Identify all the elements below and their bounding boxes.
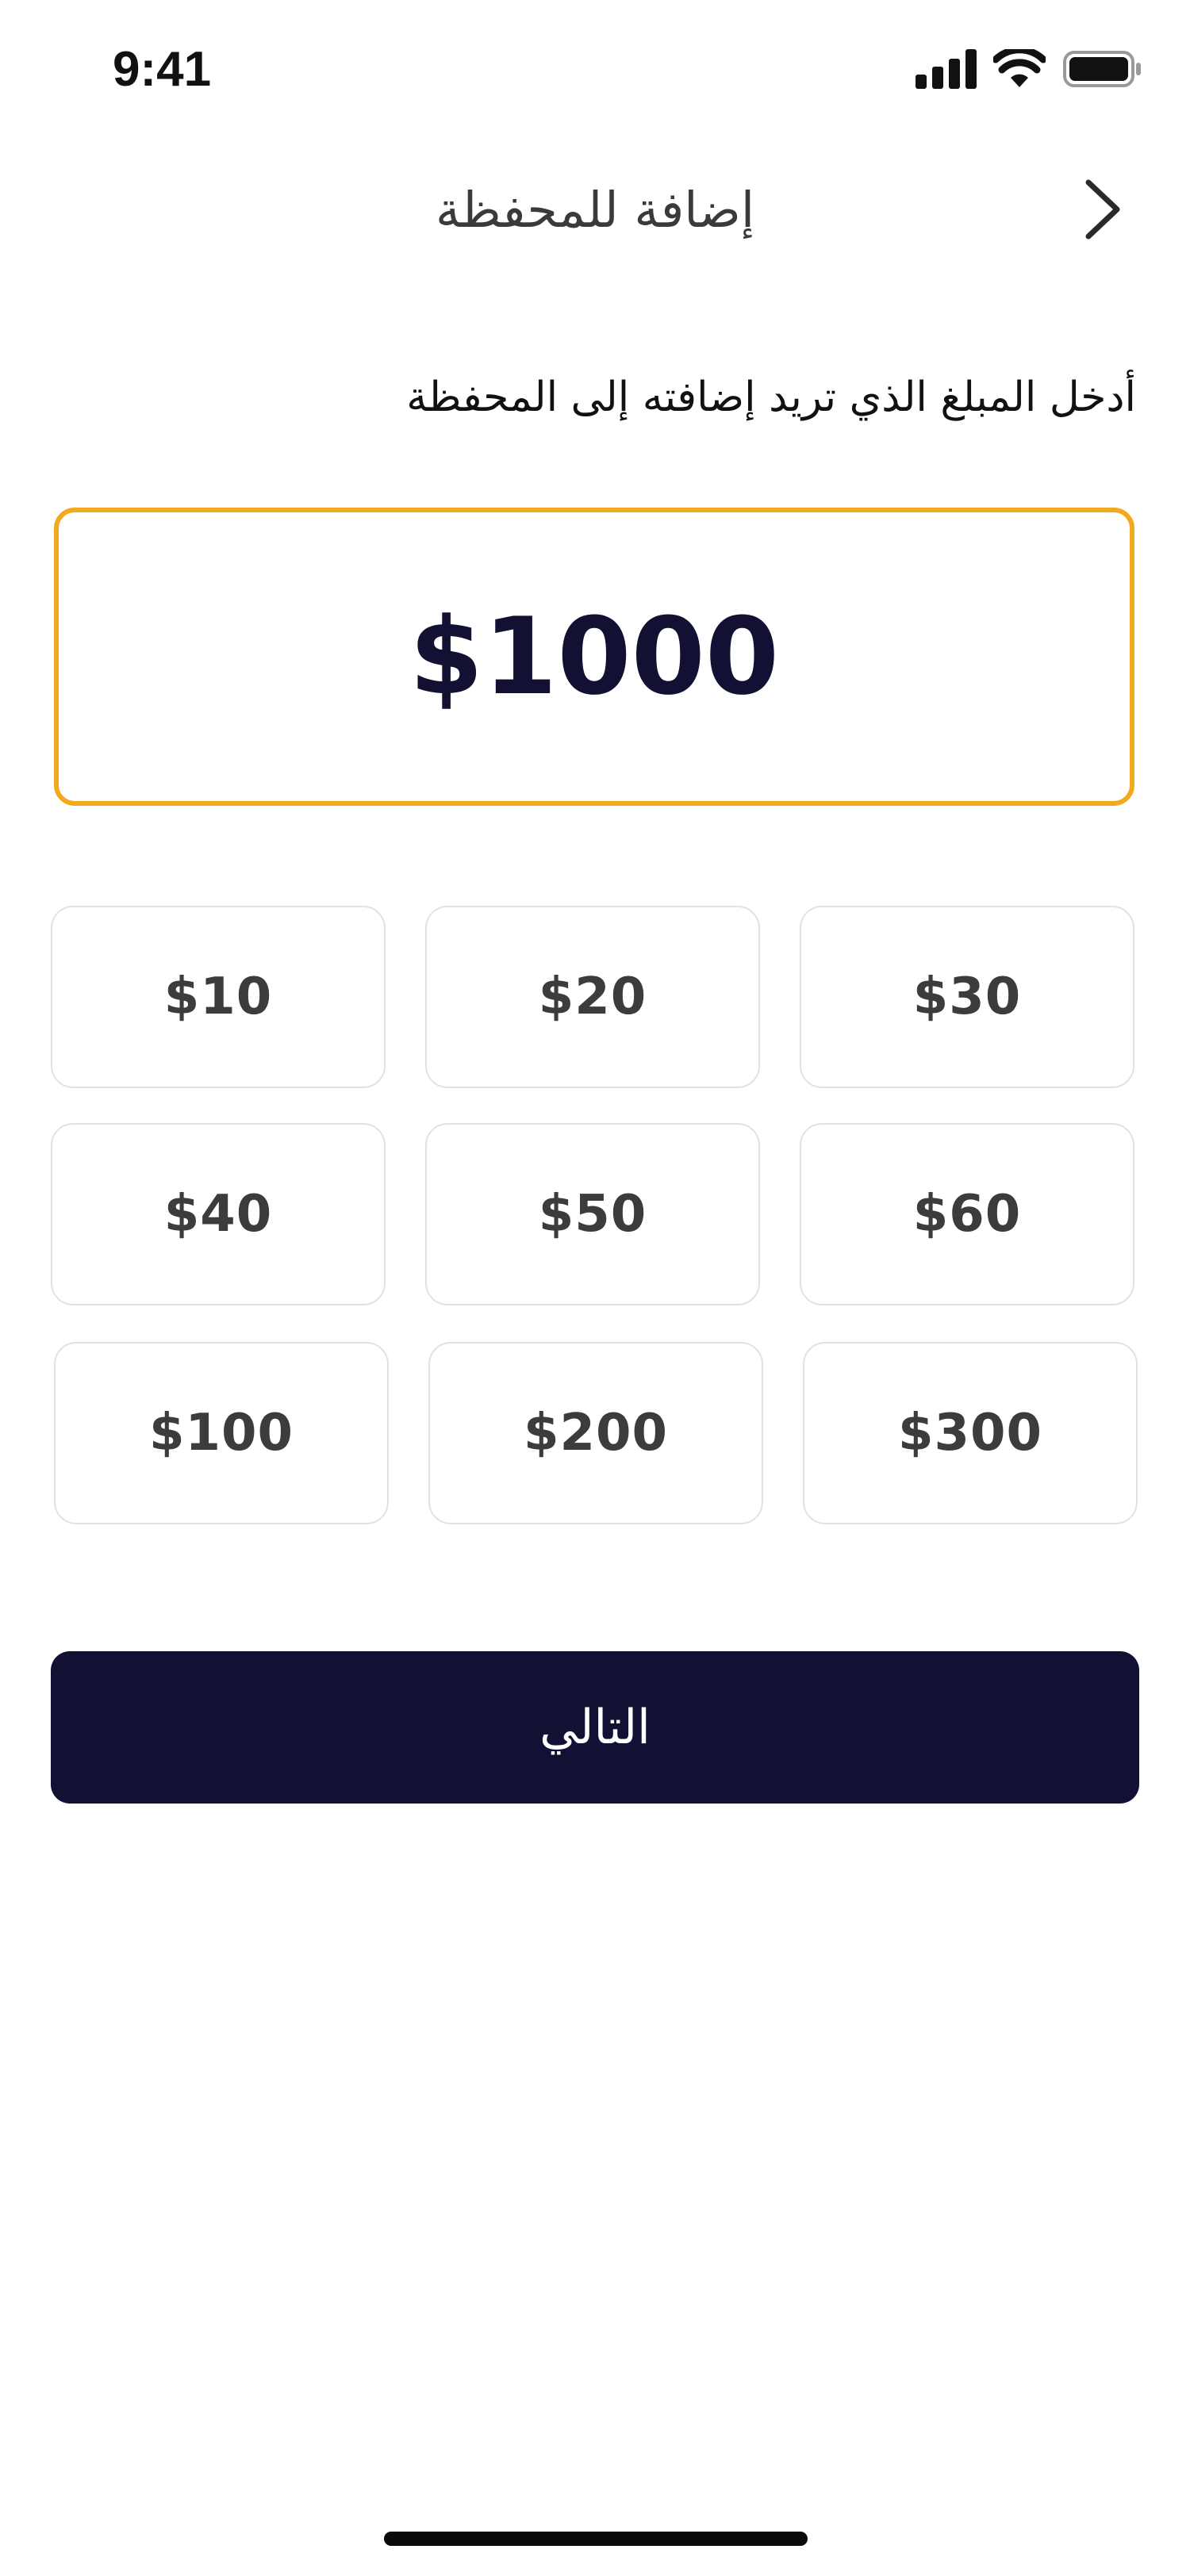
home-indicator[interactable] xyxy=(384,2532,808,2546)
preset-label: $60 xyxy=(912,1185,1022,1244)
preset-button[interactable]: $30 xyxy=(800,906,1134,1088)
wifi-icon xyxy=(993,49,1046,87)
back-button[interactable] xyxy=(1071,176,1134,243)
cellular-signal-icon xyxy=(916,49,977,89)
page-title: إضافة للمحفظة xyxy=(435,181,755,239)
preset-button[interactable]: $20 xyxy=(425,906,760,1088)
preset-label: $50 xyxy=(538,1185,647,1244)
battery-icon xyxy=(1063,51,1141,87)
preset-button[interactable]: $50 xyxy=(425,1123,760,1305)
next-button-label: التالي xyxy=(539,1700,651,1755)
status-time: 9:41 xyxy=(113,42,212,97)
preset-button[interactable]: $60 xyxy=(800,1123,1134,1305)
amount-value: $1000 xyxy=(409,595,780,719)
preset-button[interactable]: $300 xyxy=(803,1342,1138,1524)
preset-label: $40 xyxy=(163,1185,273,1244)
next-button[interactable]: التالي xyxy=(51,1651,1139,1804)
preset-label: $100 xyxy=(148,1404,294,1462)
preset-label: $20 xyxy=(538,968,647,1026)
amount-instruction: أدخل المبلغ الذي تريد إضافته إلى المحفظة xyxy=(406,374,1136,421)
amount-input[interactable]: $1000 xyxy=(54,508,1134,806)
preset-label: $300 xyxy=(897,1404,1043,1462)
preset-button[interactable]: $10 xyxy=(51,906,386,1088)
preset-button[interactable]: $200 xyxy=(428,1342,763,1524)
preset-label: $10 xyxy=(163,968,273,1026)
status-icons xyxy=(916,49,1142,92)
preset-label: $30 xyxy=(912,968,1022,1026)
preset-button[interactable]: $100 xyxy=(54,1342,389,1524)
chevron-right-icon xyxy=(1085,179,1120,240)
preset-button[interactable]: $40 xyxy=(51,1123,386,1305)
preset-label: $200 xyxy=(523,1404,669,1462)
